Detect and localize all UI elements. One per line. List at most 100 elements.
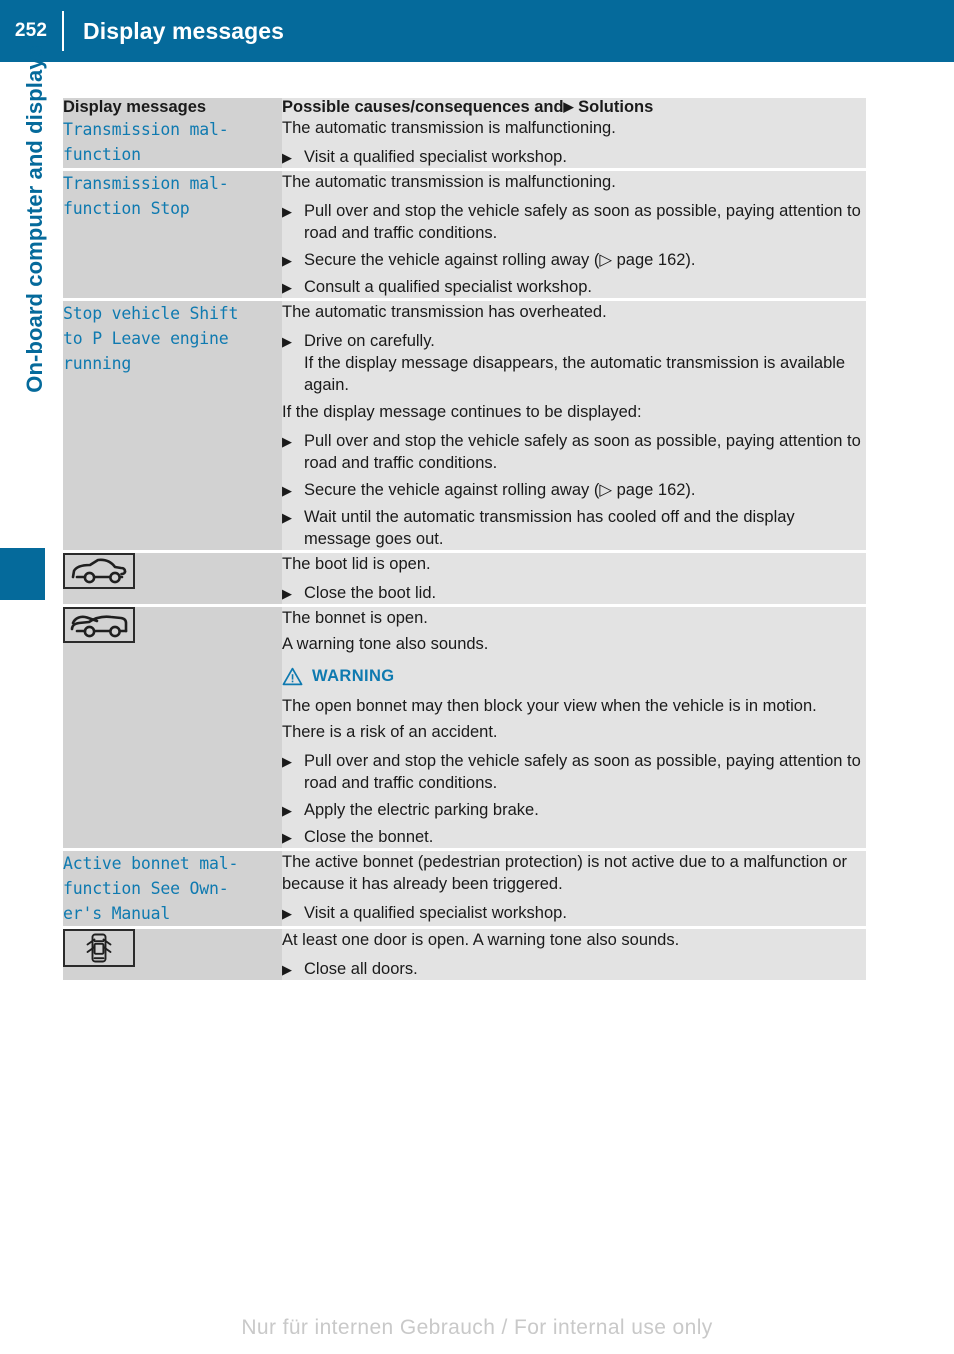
display-messages-table: Display messages Possible causes/consequ…	[63, 98, 866, 980]
cause-text: The boot lid is open.	[282, 555, 431, 573]
solution-step-text: Apply the electric parking brake.	[304, 801, 539, 819]
cause-text: The automatic transmission is malfunctio…	[282, 173, 616, 191]
table-row: The bonnet is open. A warning tone also …	[63, 605, 866, 851]
display-message-text: Active bonnet mal- function See Own- er'…	[63, 854, 239, 923]
cause-text: The automatic transmission has overheate…	[282, 303, 607, 321]
cause-text: The active bonnet (pedestrian protection…	[282, 853, 847, 893]
solution-step: ▶ Pull over and stop the vehicle safely a…	[282, 200, 866, 244]
page-number: 252	[14, 20, 48, 41]
row-message-cell	[63, 605, 282, 851]
solution-step: ▶ Pull over and stop the vehicle safely a…	[282, 750, 866, 794]
table-row: Active bonnet mal- function See Own- er'…	[63, 849, 866, 929]
row-message-cell: Active bonnet mal- function See Own- er'…	[63, 849, 282, 929]
solutions-arrow-icon: ▶	[563, 99, 574, 114]
row-message-cell	[63, 927, 282, 980]
table-row: Transmission mal- function Stop The auto…	[63, 169, 866, 301]
step-arrow-icon: ▶	[282, 483, 292, 498]
row-detail-cell: The active bonnet (pedestrian protection…	[282, 849, 866, 929]
cause-text: The automatic transmission is malfunctio…	[282, 119, 616, 137]
table-row: At least one door is open. A warning ton…	[63, 927, 866, 980]
row-detail-cell: The automatic transmission is malfunctio…	[282, 117, 866, 171]
footer-note: Nur für internen Gebrauch / For internal…	[241, 1316, 713, 1339]
table-body: Transmission mal- function The automatic…	[63, 117, 866, 980]
solution-step-subtext: If the display message disappears, the a…	[304, 354, 846, 394]
solution-step-text: Close the bonnet.	[304, 828, 434, 846]
solution-step-text: Wait until the automatic transmission ha…	[304, 508, 795, 548]
car-bonnet-open-icon	[63, 607, 135, 643]
cause-text: The bonnet is open.	[282, 609, 428, 627]
column-header-causes-solutions: Possible causes/consequences and▶ Soluti…	[282, 98, 866, 117]
step-arrow-icon: ▶	[282, 754, 292, 769]
row-message-cell: Stop vehicle Shift to P Leave engine run…	[63, 299, 282, 553]
solution-step-text: Drive on carefully.	[304, 332, 435, 350]
solution-step: ▶ Consult a qualified specialist workshop…	[282, 276, 866, 298]
display-message-text: Transmission mal- function Stop	[63, 174, 229, 218]
step-arrow-icon: ▶	[282, 586, 292, 601]
display-message-text: Transmission mal- function	[63, 120, 229, 164]
solution-step-text: Pull over and stop the vehicle safely as…	[304, 432, 861, 472]
solution-step: ▶ Wait until the automatic transmission h…	[282, 506, 866, 550]
step-arrow-icon: ▶	[282, 510, 292, 525]
solution-step: ▶ Apply the electric parking brake.	[282, 799, 866, 821]
step-arrow-icon: ▶	[282, 962, 292, 977]
solution-step-text: Secure the vehicle against rolling away …	[304, 481, 696, 499]
solution-step: ▶ Close the boot lid.	[282, 582, 866, 604]
column-header-causes-text: Possible causes/consequences and	[282, 98, 564, 116]
solution-step-text: Close all doors.	[304, 960, 418, 978]
cause-text-secondary: A warning tone also sounds.	[282, 635, 489, 653]
solution-step: ▶ Secure the vehicle against rolling away…	[282, 249, 866, 271]
row-message-cell	[63, 551, 282, 607]
table-row: Stop vehicle Shift to P Leave engine run…	[63, 299, 866, 553]
solution-step: ▶ Secure the vehicle against rolling away…	[282, 479, 866, 501]
solution-step-text: Pull over and stop the vehicle safely as…	[304, 752, 861, 792]
page-header-bar: 252 Display messages	[0, 0, 954, 62]
page-title: Display messages	[83, 17, 285, 44]
step-arrow-icon: ▶	[282, 150, 292, 165]
step-arrow-icon: ▶	[282, 253, 292, 268]
row-detail-cell: The automatic transmission is malfunctio…	[282, 169, 866, 301]
step-arrow-icon: ▶	[282, 334, 292, 349]
chapter-rail: On-board computer and displays	[0, 45, 60, 1354]
warning-heading: WARNING	[282, 667, 866, 686]
solution-step-text: Consult a qualified specialist workshop.	[304, 278, 592, 296]
table-row: Transmission mal- function The automatic…	[63, 117, 866, 171]
table-header-row: Display messages Possible causes/consequ…	[63, 98, 866, 117]
display-message-text: Stop vehicle Shift to P Leave engine run…	[63, 304, 239, 373]
row-detail-cell: The bonnet is open. A warning tone also …	[282, 605, 866, 851]
table-row: The boot lid is open. ▶ Close the boot li…	[63, 551, 866, 607]
car-doors-open-icon	[63, 929, 135, 967]
chapter-title: On-board computer and displays	[22, 45, 47, 393]
warning-label: WARNING	[312, 667, 395, 685]
step-arrow-icon: ▶	[282, 434, 292, 449]
step-arrow-icon: ▶	[282, 830, 292, 845]
cause-text: At least one door is open. A warning ton…	[282, 931, 680, 949]
solution-step: ▶ Drive on carefully. If the display messa…	[282, 330, 866, 396]
car-boot-open-icon	[63, 553, 135, 589]
solution-step-text: Visit a qualified specialist workshop.	[304, 904, 567, 922]
step-arrow-icon: ▶	[282, 204, 292, 219]
step-arrow-icon: ▶	[282, 803, 292, 818]
warning-triangle-icon	[282, 667, 303, 686]
row-detail-cell: The automatic transmission has overheate…	[282, 299, 866, 553]
solution-step-text: Secure the vehicle against rolling away …	[304, 251, 696, 269]
row-message-cell: Transmission mal- function	[63, 117, 282, 171]
column-header-solutions-text: Solutions	[578, 98, 654, 116]
solution-step: ▶ Visit a qualified specialist workshop.	[282, 902, 866, 924]
step-arrow-icon: ▶	[282, 280, 292, 295]
solution-step-text: Pull over and stop the vehicle safely as…	[304, 202, 861, 242]
row-message-cell: Transmission mal- function Stop	[63, 169, 282, 301]
step-arrow-icon: ▶	[282, 906, 292, 921]
warning-text: The open bonnet may then block your view…	[282, 697, 817, 715]
solution-step: ▶ Close the bonnet.	[282, 826, 866, 848]
conditional-text: If the display message continues to be d…	[282, 403, 642, 421]
solution-step: ▶ Visit a qualified specialist workshop.	[282, 146, 866, 168]
solution-step: ▶ Close all doors.	[282, 958, 866, 980]
solution-step: ▶ Pull over and stop the vehicle safely a…	[282, 430, 866, 474]
chapter-tab-marker	[0, 548, 45, 600]
risk-text: There is a risk of an accident.	[282, 723, 498, 741]
solution-step-text: Visit a qualified specialist workshop.	[304, 148, 567, 166]
row-detail-cell: The boot lid is open. ▶ Close the boot li…	[282, 551, 866, 607]
column-header-display-messages: Display messages	[63, 98, 282, 117]
row-detail-cell: At least one door is open. A warning ton…	[282, 927, 866, 980]
solution-step-text: Close the boot lid.	[304, 584, 437, 602]
